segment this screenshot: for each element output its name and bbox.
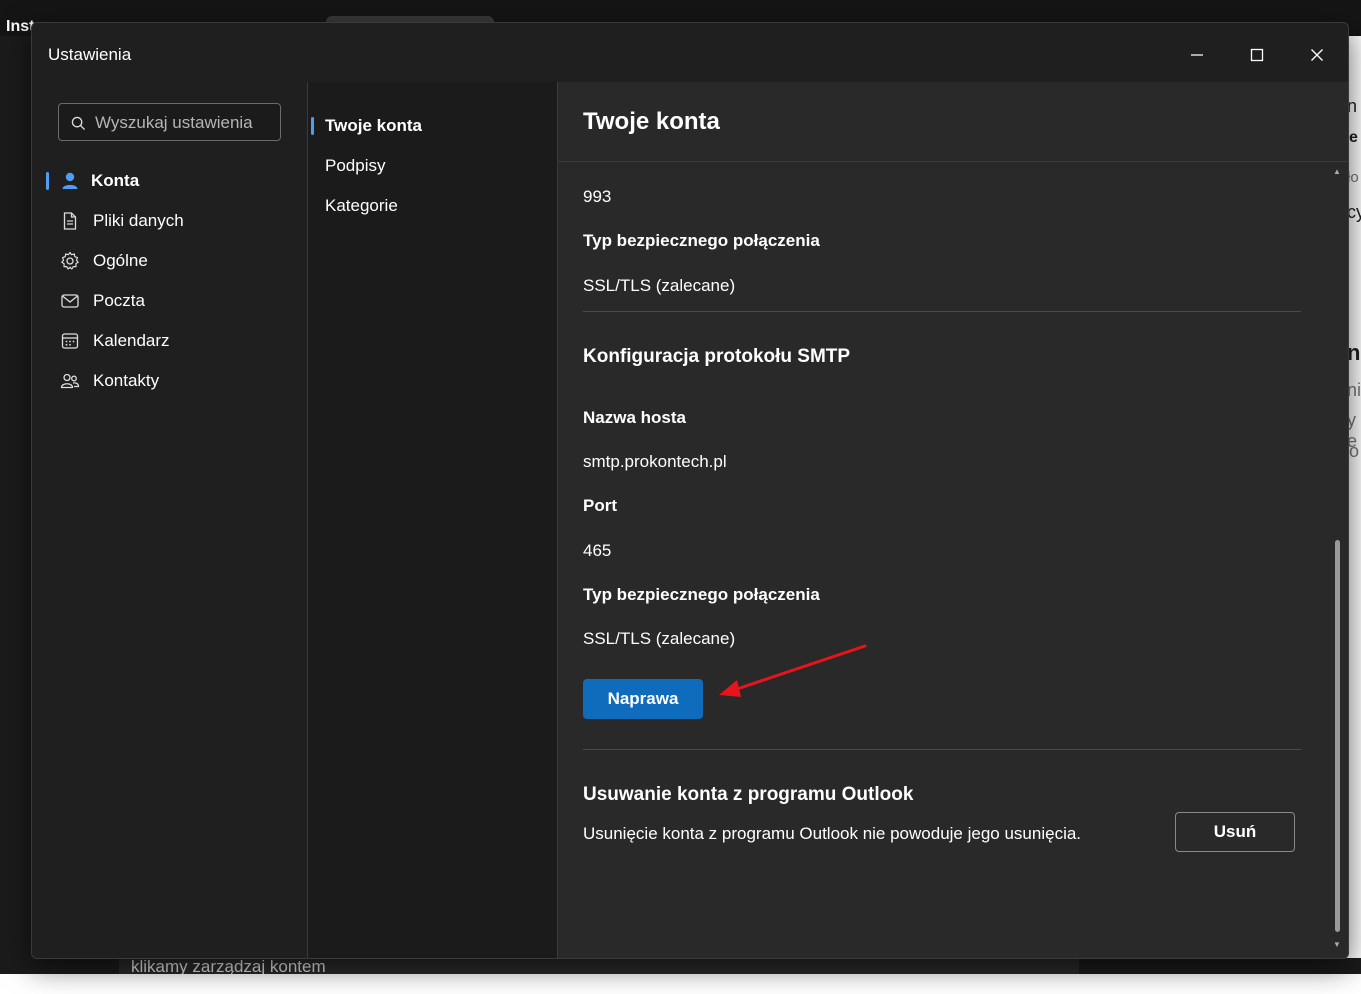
background-text-fragment: o: [1349, 441, 1360, 461]
nav-item-label: Kalendarz: [93, 331, 170, 350]
settings-dialog: Ustawienia Konta: [31, 22, 1349, 959]
scroll-down-arrow-icon[interactable]: ▼: [1333, 940, 1343, 950]
settings-search-box[interactable]: [58, 103, 281, 142]
nav-item-poczta[interactable]: Poczta: [46, 283, 296, 319]
title-divider: [558, 161, 1348, 162]
imap-security-value: SSL/TLS (zalecane): [583, 276, 736, 295]
active-indicator: [311, 117, 314, 135]
smtp-port-label: Port: [583, 496, 617, 515]
section-divider: [583, 749, 1301, 750]
document-icon: [63, 212, 77, 230]
mail-icon: [61, 294, 79, 308]
section-divider: [583, 311, 1301, 312]
subnav-item-kategorie[interactable]: Kategorie: [308, 188, 548, 224]
nav-item-ogolne[interactable]: Ogólne: [46, 243, 296, 279]
imap-security-label: Typ bezpiecznego połączenia: [583, 231, 820, 250]
repair-button[interactable]: Naprawa: [583, 679, 703, 719]
close-icon: [1311, 49, 1323, 61]
dialog-titlebar: Ustawienia: [32, 23, 1348, 82]
search-input[interactable]: [93, 104, 277, 142]
imap-port-value: 993: [583, 187, 612, 206]
nav-item-konta[interactable]: Konta: [46, 163, 296, 199]
nav-item-pliki-danych[interactable]: Pliki danych: [46, 203, 296, 239]
minimize-icon: [1191, 54, 1203, 56]
close-button[interactable]: [1302, 40, 1332, 70]
settings-category-nav: Konta Pliki danych Ogólne Poczta: [32, 82, 308, 958]
subnav-item-label: Podpisy: [325, 156, 386, 175]
subnav-item-label: Twoje konta: [325, 116, 422, 135]
smtp-security-value: SSL/TLS (zalecane): [583, 629, 736, 648]
maximize-icon: [1250, 48, 1264, 62]
page-title: Twoje konta: [583, 108, 720, 135]
search-icon: [71, 116, 86, 131]
background-text-fragment: cy: [1347, 202, 1361, 222]
subnav-item-label: Kategorie: [325, 196, 398, 215]
background-white-strip: [0, 974, 1361, 994]
nav-item-label: Poczta: [93, 291, 145, 310]
accounts-subnav: Twoje konta Podpisy Kategorie: [308, 82, 558, 958]
nav-item-label: Pliki danych: [93, 211, 184, 230]
nav-item-kontakty[interactable]: Kontakty: [46, 363, 296, 399]
nav-item-label: Kontakty: [93, 371, 160, 390]
calendar-icon: [61, 333, 79, 349]
accounts-content-panel: Twoje konta 993 Typ bezpiecznego połącze…: [558, 82, 1348, 958]
active-indicator: [46, 172, 49, 190]
subnav-item-twoje-konta[interactable]: Twoje konta: [308, 108, 548, 144]
maximize-button[interactable]: [1242, 40, 1272, 70]
smtp-host-value: smtp.prokontech.pl: [583, 452, 727, 471]
scrollbar-thumb[interactable]: [1335, 540, 1340, 932]
gear-icon: [61, 251, 79, 270]
dialog-title: Ustawienia: [48, 45, 132, 64]
nav-item-label: Konta: [91, 171, 140, 190]
background-text-fragment: ni: [1347, 380, 1361, 400]
remove-account-heading: Usuwanie konta z programu Outlook: [583, 784, 914, 805]
smtp-security-label: Typ bezpiecznego połączenia: [583, 585, 820, 604]
person-icon: [62, 172, 78, 189]
background-text-fragment: e: [1349, 129, 1358, 146]
smtp-section-heading: Konfiguracja protokołu SMTP: [583, 346, 851, 367]
nav-item-label: Ogólne: [93, 251, 148, 270]
background-text-fragment: ne: [1347, 340, 1361, 365]
scroll-up-arrow-icon[interactable]: ▲: [1333, 167, 1343, 177]
subnav-item-podpisy[interactable]: Podpisy: [308, 148, 548, 184]
people-icon: [60, 373, 80, 389]
nav-item-kalendarz[interactable]: Kalendarz: [46, 323, 296, 359]
remove-account-description: Usunięcie konta z programu Outlook nie p…: [583, 824, 1082, 843]
smtp-host-label: Nazwa hosta: [583, 408, 686, 427]
minimize-button[interactable]: [1182, 40, 1212, 70]
smtp-port-value: 465: [583, 541, 612, 560]
remove-account-button[interactable]: Usuń: [1175, 812, 1295, 852]
